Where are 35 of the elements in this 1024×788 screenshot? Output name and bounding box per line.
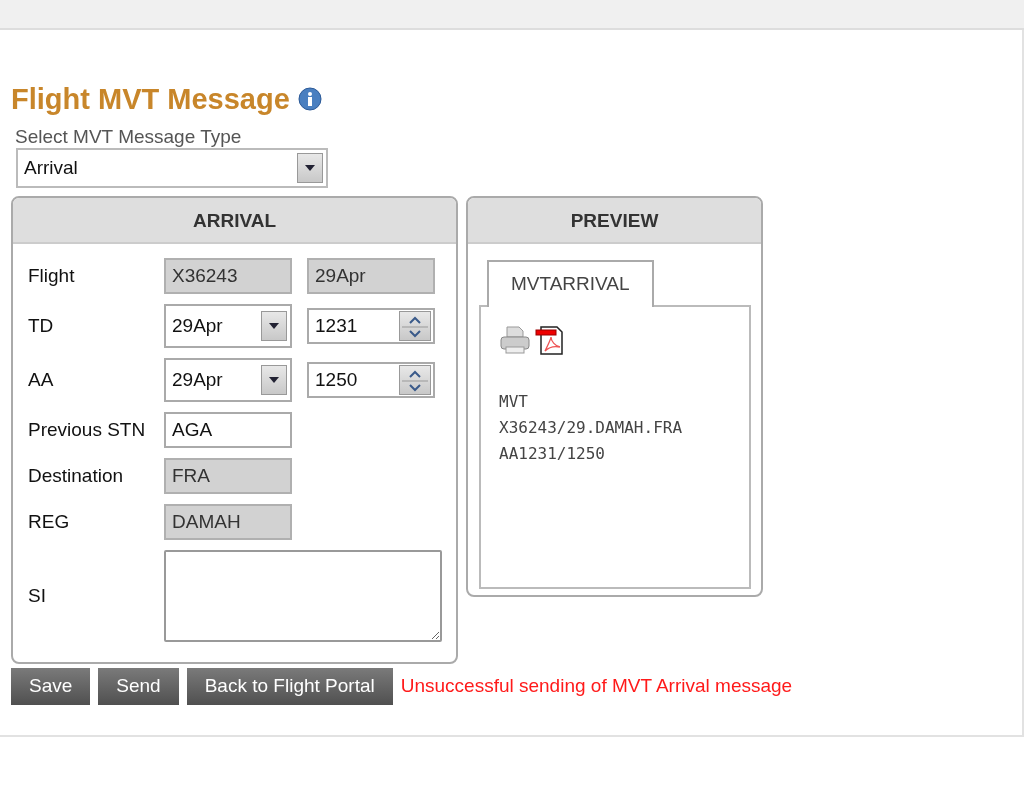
caret-icon bbox=[305, 165, 315, 171]
pdf-icon[interactable] bbox=[535, 324, 565, 355]
message-type-dropdown[interactable]: Arrival bbox=[16, 148, 328, 188]
info-icon[interactable] bbox=[297, 87, 322, 111]
remarks-textarea[interactable] bbox=[164, 550, 442, 642]
action-button[interactable]: Save bbox=[11, 668, 91, 705]
field-label: AA bbox=[28, 367, 55, 392]
field-label: Previous STN bbox=[28, 417, 147, 442]
panel-header: PREVIEW bbox=[468, 198, 761, 244]
message-line: MVT bbox=[499, 390, 529, 413]
caret-icon bbox=[269, 377, 279, 383]
date-dropdown[interactable]: 29Apr bbox=[164, 304, 292, 348]
readonly-field: FRA bbox=[164, 458, 292, 494]
action-button[interactable]: Back to Flight Portal bbox=[186, 668, 393, 705]
field-label: TD bbox=[28, 313, 55, 338]
time-spinner[interactable]: 1231 bbox=[307, 308, 435, 344]
field-label: REG bbox=[28, 509, 71, 534]
message-line: AA1231/1250 bbox=[499, 442, 606, 465]
caret-icon bbox=[269, 323, 279, 329]
readonly-field: DAMAH bbox=[164, 504, 292, 540]
field-label: Select MVT Message Type bbox=[15, 126, 243, 148]
message-line: X36243/29.DAMAH.FRA bbox=[499, 416, 684, 439]
time-spinner[interactable]: 1250 bbox=[307, 362, 435, 398]
text-field[interactable]: AGA bbox=[164, 412, 292, 448]
panel-header: ARRIVAL bbox=[13, 198, 456, 244]
readonly-field: 29Apr bbox=[307, 258, 435, 294]
field-label: Destination bbox=[28, 463, 125, 488]
preview-tab[interactable]: MVTARRIVAL bbox=[487, 260, 654, 307]
field-label: Flight bbox=[28, 263, 76, 288]
field-label: SI bbox=[28, 583, 47, 608]
date-dropdown[interactable]: 29Apr bbox=[164, 358, 292, 402]
error-message: Unsuccessful sending of MVT Arrival message bbox=[400, 674, 793, 699]
readonly-field: X36243 bbox=[164, 258, 292, 294]
action-button[interactable]: Send bbox=[98, 668, 179, 705]
page-title: Flight MVT Message bbox=[11, 82, 290, 117]
